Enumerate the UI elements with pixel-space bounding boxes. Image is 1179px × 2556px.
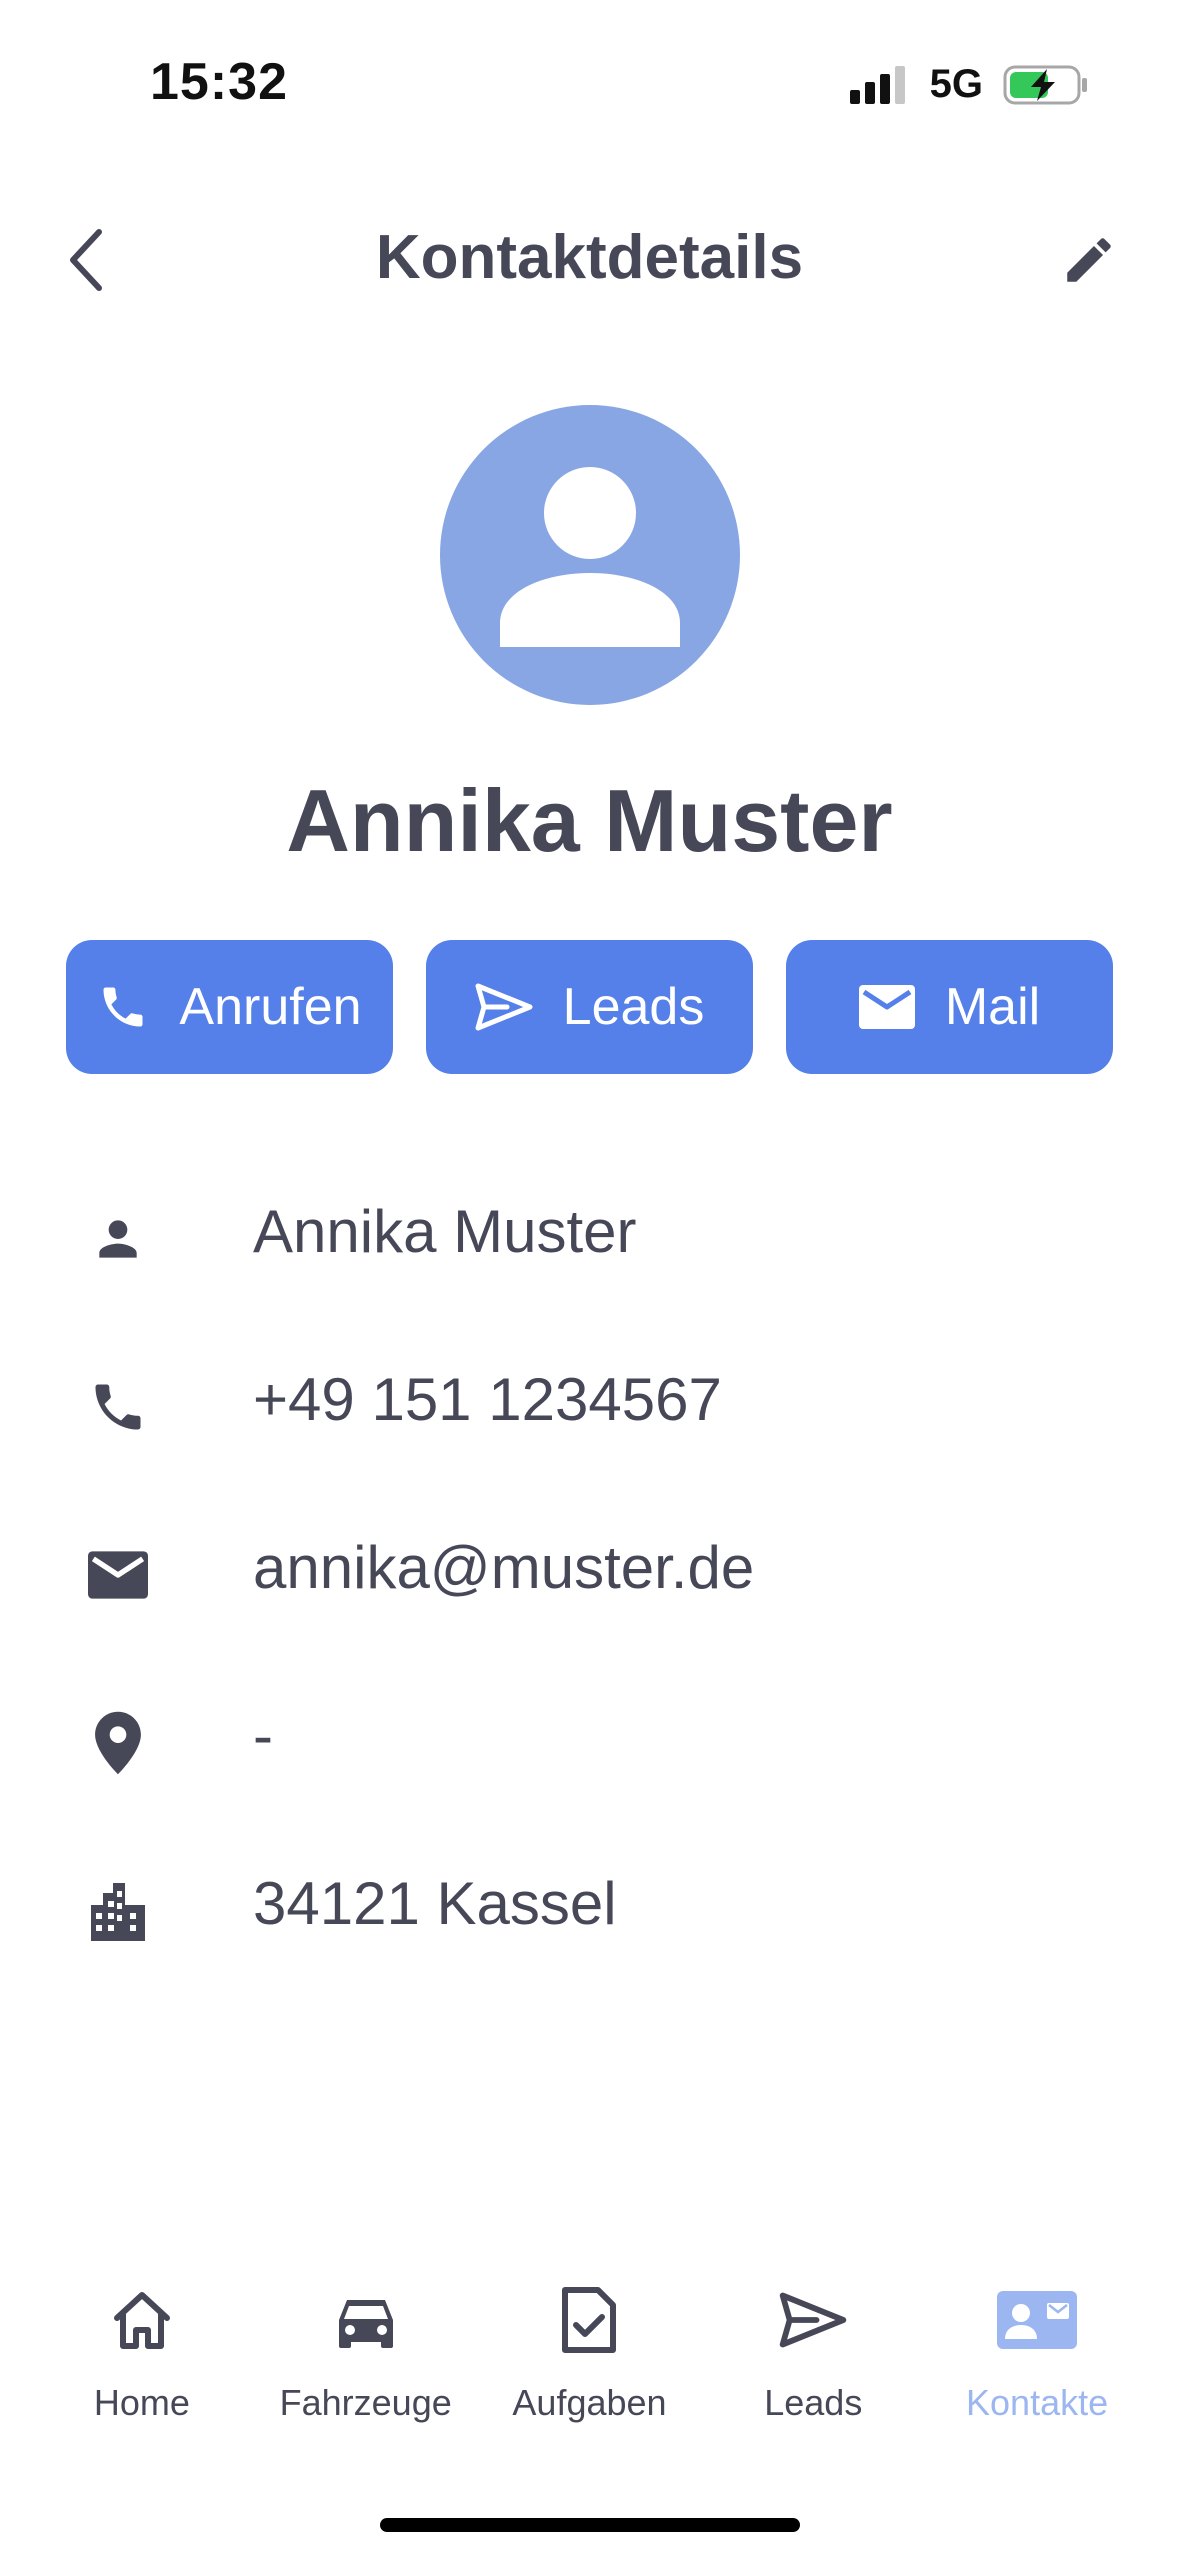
nav-item-aufgaben[interactable]: Aufgaben [489, 2280, 689, 2424]
page-title: Kontaktdetails [375, 223, 804, 292]
detail-name-value: Annika Muster [253, 1198, 637, 1265]
mail-icon [858, 985, 915, 1029]
contact-details-list: Annika Muster +49 151 1234567 annika@mus… [0, 1175, 1179, 2015]
detail-city-value: 34121 Kassel [253, 1870, 617, 1937]
detail-row-phone[interactable]: +49 151 1234567 [0, 1343, 1179, 1511]
detail-row-address: - [0, 1679, 1179, 1847]
nav-label-aufgaben: Aufgaben [512, 2382, 667, 2423]
detail-address-value: - [253, 1702, 273, 1769]
edit-button[interactable] [1054, 225, 1124, 295]
call-button-label: Anrufen [179, 978, 362, 1036]
contact-card-icon [997, 2280, 1078, 2360]
send-icon [778, 2280, 848, 2360]
nav-label-home: Home [93, 2382, 190, 2423]
call-button[interactable]: Anrufen [66, 940, 393, 1074]
leads-button-label: Leads [562, 978, 705, 1036]
home-indicator[interactable] [380, 2518, 800, 2532]
pencil-icon [1067, 238, 1111, 282]
person-icon [500, 467, 680, 647]
action-buttons: Anrufen Leads Mail [66, 940, 1113, 1074]
send-icon [475, 983, 533, 1031]
leads-button[interactable]: Leads [426, 940, 753, 1074]
signal-icon [849, 65, 905, 104]
task-document-icon [562, 2280, 617, 2360]
nav-item-kontakte[interactable]: Kontakte [937, 2280, 1137, 2424]
nav-item-leads[interactable]: Leads [713, 2280, 913, 2424]
detail-email-value: annika@muster.de [253, 1534, 755, 1601]
detail-row-email[interactable]: annika@muster.de [0, 1511, 1179, 1679]
battery-charging-icon [1003, 65, 1087, 104]
phone-icon [103, 987, 143, 1027]
status-time: 15:32 [150, 53, 288, 111]
contact-name: Annika Muster [286, 771, 893, 870]
phone-icon [82, 1371, 154, 1443]
nav-label-fahrzeuge: Fahrzeuge [279, 2382, 452, 2423]
city-icon [82, 1875, 154, 1947]
bottom-navigation: Home Fahrzeuge Aufgaben Leads Kontakte [0, 2280, 1179, 2424]
car-icon [335, 2280, 397, 2360]
nav-label-kontakte: Kontakte [966, 2382, 1109, 2423]
mail-button-label: Mail [944, 978, 1041, 1036]
detail-row-name: Annika Muster [0, 1175, 1179, 1343]
mail-button[interactable]: Mail [786, 940, 1113, 1074]
home-icon [111, 2280, 173, 2360]
location-pin-icon [82, 1707, 154, 1779]
nav-label-leads: Leads [764, 2382, 863, 2423]
nav-item-home[interactable]: Home [42, 2280, 242, 2424]
detail-phone-value: +49 151 1234567 [253, 1366, 722, 1433]
status-indicators: 5G [849, 62, 1089, 107]
avatar [440, 405, 740, 705]
mail-icon [82, 1539, 154, 1611]
person-icon [82, 1203, 154, 1275]
detail-row-city: 34121 Kassel [0, 1847, 1179, 2015]
nav-item-fahrzeuge[interactable]: Fahrzeuge [266, 2280, 466, 2424]
network-label: 5G [929, 62, 983, 106]
